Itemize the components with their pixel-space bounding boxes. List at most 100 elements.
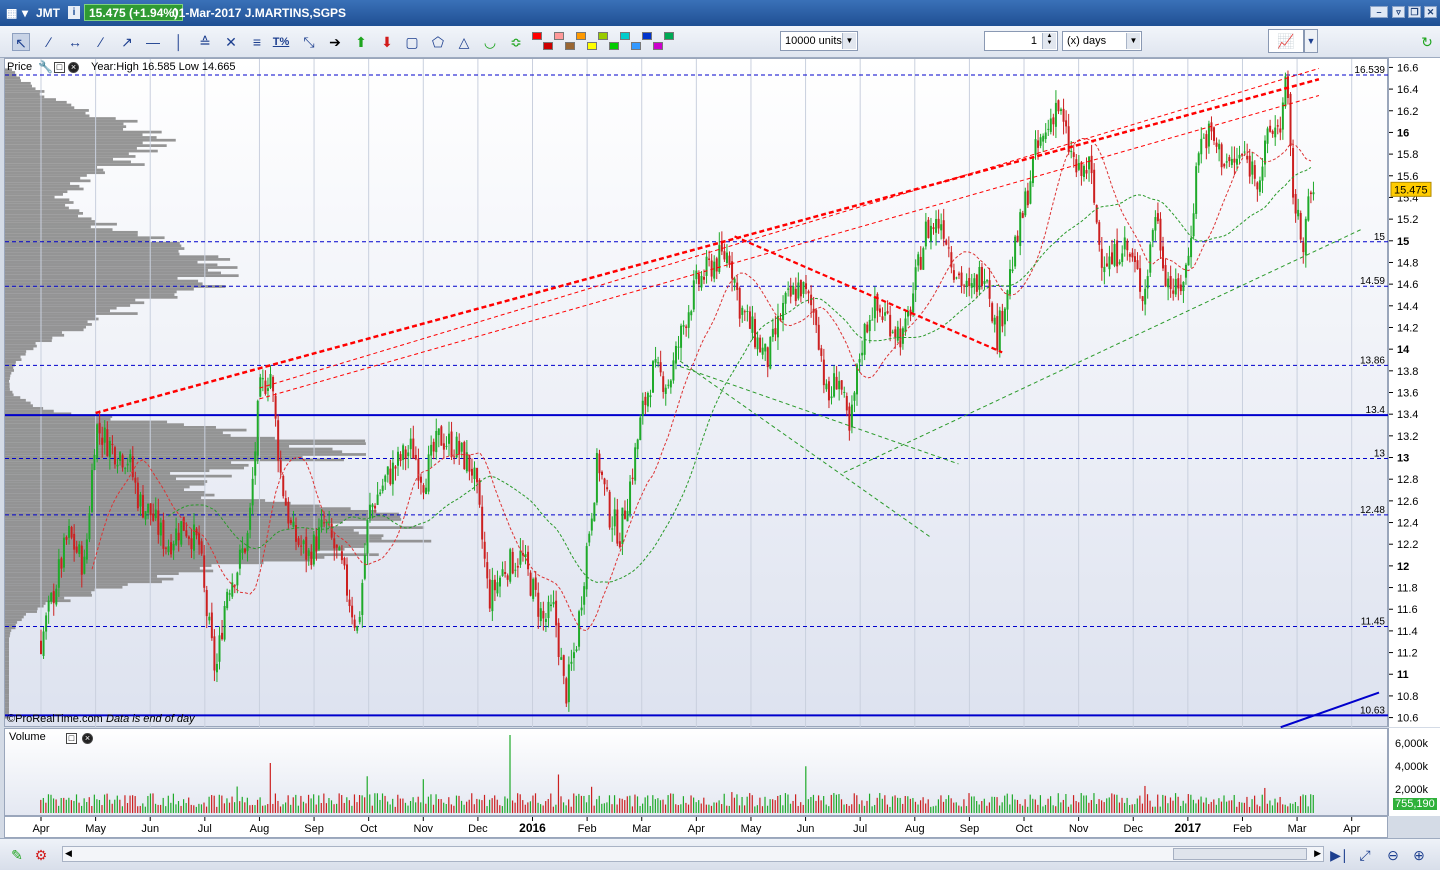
chart-icon[interactable]: ▦ <box>6 6 17 20</box>
info-icon[interactable]: i <box>68 6 80 19</box>
fibonacci-icon[interactable]: ✕ <box>222 33 240 51</box>
volume-bar <box>1167 803 1169 813</box>
ray-icon[interactable]: ↗ <box>118 33 136 51</box>
units-select[interactable]: 10000 units ▼ <box>780 31 858 51</box>
maximize-panel-icon[interactable]: □ <box>66 733 77 744</box>
drawing-toolbar: ↖ ∕ ↔ ∕ ↗ — │ ≙ ✕ ≡ T% ⤡ ➔ ⬆ ⬇ ▢ ⬠ △ ◡ ≎… <box>0 26 1440 58</box>
close-panel-icon[interactable]: × <box>82 733 93 744</box>
candle-body <box>659 362 662 373</box>
color-swatch[interactable] <box>598 32 608 40</box>
color-swatch[interactable] <box>532 32 542 40</box>
candle-body <box>960 272 963 286</box>
fib-fan-icon[interactable]: ≡ <box>248 33 266 51</box>
scroll-to-end-icon[interactable]: ▶∣ <box>1330 846 1348 864</box>
cross-icon[interactable]: ⤡ <box>300 33 318 51</box>
stepper-arrows-icon[interactable]: ▲ ▼ <box>1042 33 1056 49</box>
indicator-icon[interactable]: ⚙ <box>32 846 50 864</box>
volume-panel[interactable]: Volume □ × <box>4 728 1388 816</box>
candle-body <box>409 438 412 450</box>
color-swatch[interactable] <box>565 42 575 50</box>
candle-body <box>417 458 420 481</box>
color-swatch[interactable] <box>642 32 652 40</box>
volume-bar <box>407 805 409 813</box>
color-swatch[interactable] <box>653 42 663 50</box>
price-axis[interactable]: 10.6 10.8 11 11.2 11.4 11.6 11.8 12 12.2 12.4 12.6… <box>1388 58 1440 727</box>
candle-body <box>998 310 1001 353</box>
arrow-down-icon[interactable]: ⬇ <box>378 33 396 51</box>
drawn-trend-line[interactable] <box>734 235 1003 354</box>
channel-icon[interactable]: ≙ <box>196 33 214 51</box>
pitchfork-icon[interactable]: ≎ <box>507 33 525 51</box>
candle-body <box>478 480 481 505</box>
color-swatch[interactable] <box>587 42 597 50</box>
volume-bar <box>417 796 419 813</box>
volume-profile-bar <box>5 339 52 343</box>
volume-bar <box>183 799 185 813</box>
volume-profile-bar <box>5 398 26 402</box>
chevron-down-icon[interactable]: ▼ <box>842 33 856 49</box>
time-axis[interactable]: Apr May Jun Jul Aug Sep Oct Nov Dec 2016 Feb Mar Apr… <box>4 816 1388 838</box>
color-swatch[interactable] <box>664 32 674 40</box>
price-chart[interactable]: 16.539 15 14.59 13.86 13.4 13 12.48 11.45 10.63 <box>5 59 1389 728</box>
close-panel-icon[interactable]: × <box>68 62 79 73</box>
dropdown-chevron-icon[interactable]: ▾ <box>22 6 28 20</box>
rectangle-icon[interactable]: ▢ <box>403 33 421 51</box>
horizontal-line-icon[interactable]: ↔ <box>66 33 84 51</box>
export-icon[interactable]: ✎ <box>8 846 26 864</box>
pin-icon[interactable]: ▿ <box>1392 6 1405 18</box>
x-tick-label: Sep <box>960 823 980 835</box>
wrench-icon[interactable]: 🔧 <box>38 60 53 74</box>
volume-bar <box>580 795 583 813</box>
ruler-icon[interactable]: ∕ <box>40 33 58 51</box>
color-swatch[interactable] <box>620 32 630 40</box>
price-panel[interactable]: 16.539 15 14.59 13.86 13.4 13 12.48 11.45 10.63 … <box>4 58 1389 728</box>
arc-icon[interactable]: ◡ <box>481 33 499 51</box>
lasso-icon[interactable]: ⬠ <box>429 33 447 51</box>
fit-icon[interactable]: ⤢ <box>1356 846 1374 864</box>
volume-bar <box>802 804 804 813</box>
color-swatch[interactable] <box>543 42 553 50</box>
arrow-up-icon[interactable]: ⬆ <box>352 33 370 51</box>
drawn-trend-line[interactable] <box>95 78 1320 415</box>
days-stepper[interactable]: 1 ▲ ▼ <box>984 31 1058 51</box>
percent-icon[interactable]: T% <box>272 33 290 51</box>
zoom-out-icon[interactable]: ⊖ <box>1384 846 1402 864</box>
candle-body <box>641 400 644 416</box>
candle-body <box>307 550 310 556</box>
scrollbar-thumb[interactable] <box>1173 848 1307 860</box>
pointer-icon[interactable]: ↖ <box>12 33 30 51</box>
candle-body <box>519 550 522 565</box>
volume-bar <box>927 799 929 813</box>
color-swatch[interactable] <box>631 42 641 50</box>
volume-bar <box>154 803 157 813</box>
volume-bar <box>1248 806 1251 813</box>
color-swatch[interactable] <box>554 32 564 40</box>
color-swatch[interactable] <box>576 32 586 40</box>
period-select[interactable]: (x) days ▼ <box>1062 31 1142 51</box>
maximize-panel-icon[interactable]: □ <box>54 62 65 73</box>
minimize-icon[interactable]: – <box>1370 6 1388 18</box>
chart-type-icon[interactable]: 📈 <box>1268 29 1304 53</box>
scroll-left-icon[interactable]: ◀ <box>65 848 72 859</box>
candle-body <box>835 376 838 390</box>
close-icon[interactable]: ✕ <box>1424 6 1437 18</box>
segment-icon[interactable]: — <box>144 33 162 51</box>
triangle-icon[interactable]: △ <box>455 33 473 51</box>
vertical-line-icon[interactable]: │ <box>170 33 188 51</box>
refresh-icon[interactable]: ↻ <box>1418 33 1436 51</box>
volume-bar <box>438 798 440 813</box>
horizontal-scrollbar[interactable]: ◀ ▶ <box>62 846 1324 862</box>
volume-bar <box>139 805 141 813</box>
scroll-right-icon[interactable]: ▶ <box>1314 848 1321 859</box>
volume-profile-bar <box>5 117 116 120</box>
candle-body <box>333 538 336 549</box>
arrow-right-icon[interactable]: ➔ <box>326 33 344 51</box>
trend-line-icon[interactable]: ∕ <box>92 33 110 51</box>
candle-body <box>142 494 145 518</box>
zoom-in-icon[interactable]: ⊕ <box>1410 846 1428 864</box>
chevron-down-icon[interactable]: ▼ <box>1126 33 1140 49</box>
color-swatch[interactable] <box>609 42 619 50</box>
restore-icon[interactable]: ❐ <box>1408 6 1421 18</box>
volume-bar <box>300 795 302 813</box>
chevron-down-icon[interactable]: ▼ <box>1304 29 1318 53</box>
